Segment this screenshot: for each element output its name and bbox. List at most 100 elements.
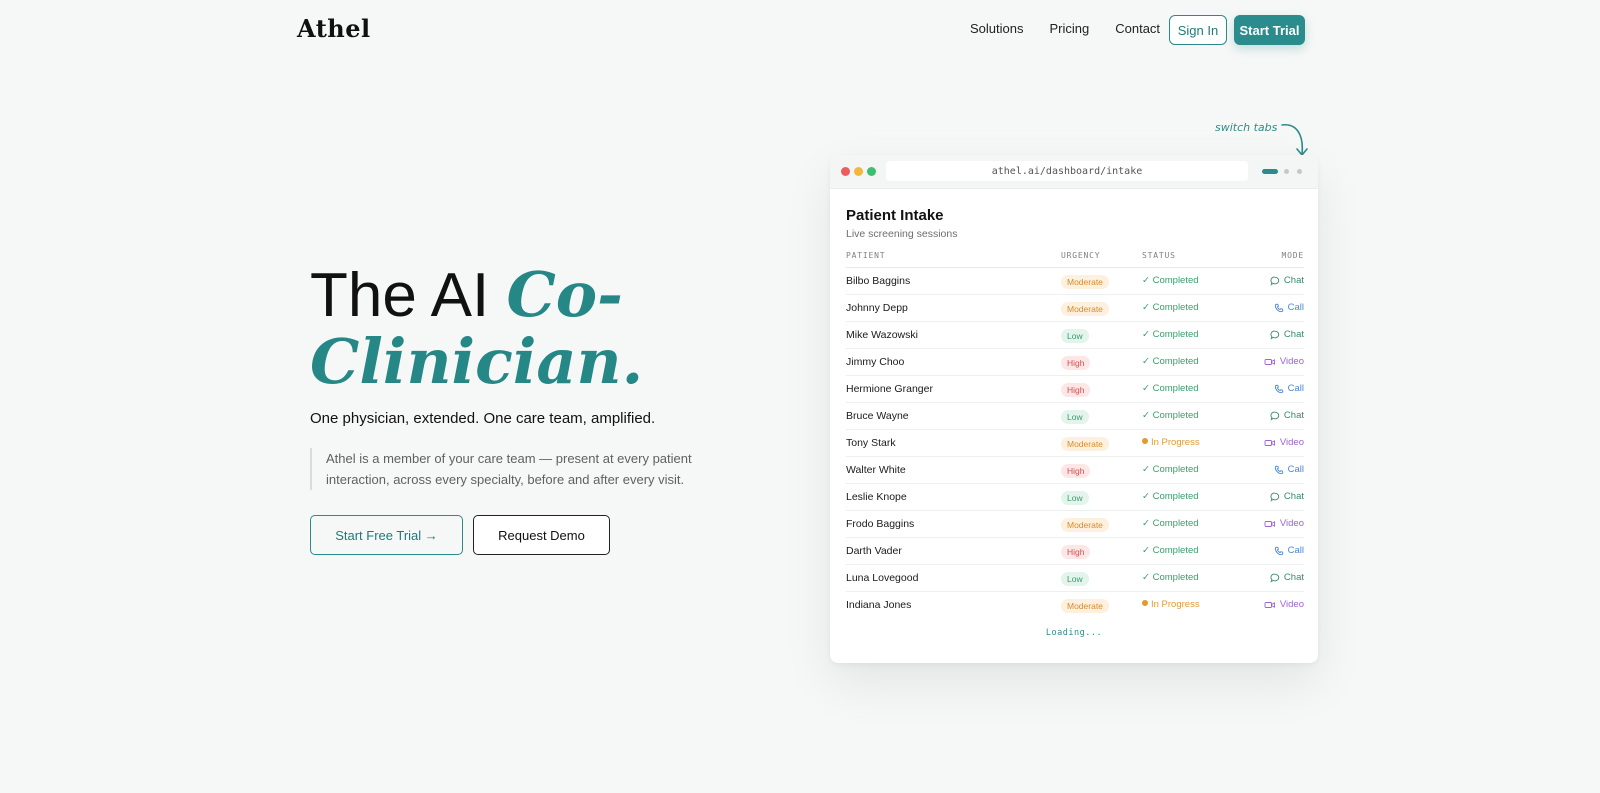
patient-name: Johnny Depp — [846, 302, 908, 314]
status-text: In Progress — [1151, 437, 1200, 448]
mode-cell: Call — [1274, 545, 1304, 556]
nav-link-pricing[interactable]: Pricing — [1049, 21, 1089, 36]
status-cell: In Progress — [1142, 599, 1200, 610]
table-row[interactable]: Leslie Knope Low ✓ Completed Chat — [846, 484, 1304, 511]
table-row[interactable]: Bilbo Baggins Moderate ✓ Completed Chat — [846, 268, 1304, 295]
dashboard-preview-window: athel.ai/dashboard/intake Patient Intake… — [830, 155, 1318, 663]
chat-bubble-icon — [1270, 573, 1280, 583]
patient-name: Luna Lovegood — [846, 572, 919, 584]
status-cell: ✓ Completed — [1142, 410, 1199, 421]
tab-indicator-2[interactable] — [1284, 169, 1289, 174]
phone-icon — [1274, 465, 1284, 475]
patient-name: Jimmy Choo — [846, 356, 905, 368]
panel-title: Patient Intake — [846, 207, 944, 224]
nav-link-contact[interactable]: Contact — [1115, 21, 1160, 36]
nav-link-solutions[interactable]: Solutions — [970, 21, 1023, 36]
patient-name: Frodo Baggins — [846, 518, 915, 530]
logo[interactable]: Athel — [297, 14, 371, 43]
urgency-badge: Low — [1061, 410, 1089, 424]
table-row[interactable]: Johnny Depp Moderate ✓ Completed Call — [846, 295, 1304, 322]
patient-name: Walter White — [846, 464, 906, 476]
urgency-badge: High — [1061, 464, 1091, 478]
header-mode: MODE — [1281, 251, 1304, 260]
table-row[interactable]: Walter White High ✓ Completed Call — [846, 457, 1304, 484]
mode-text: Call — [1287, 383, 1304, 394]
url-bar: athel.ai/dashboard/intake — [886, 161, 1248, 181]
status-text: ✓ Completed — [1142, 410, 1199, 421]
start-trial-button[interactable]: Start Trial — [1234, 15, 1305, 45]
maximize-dot-icon — [867, 167, 876, 176]
tab-indicator-3[interactable] — [1297, 169, 1302, 174]
urgency-cell: High — [1061, 383, 1091, 397]
mode-text: Chat — [1283, 410, 1304, 421]
video-camera-icon — [1264, 600, 1276, 610]
table-row[interactable]: Darth Vader High ✓ Completed Call — [846, 538, 1304, 565]
status-cell: ✓ Completed — [1142, 491, 1199, 502]
urgency-cell: Moderate — [1061, 437, 1109, 451]
urgency-badge: Moderate — [1061, 599, 1109, 613]
mode-cell: Chat — [1270, 491, 1304, 502]
top-nav: Athel Solutions Pricing Contact Sign In … — [0, 0, 1600, 60]
intake-table: PATIENT URGENCY STATUS MODE Bilbo Baggin… — [846, 251, 1304, 619]
table-row[interactable]: Indiana Jones Moderate In Progress Video — [846, 592, 1304, 619]
status-text: ✓ Completed — [1142, 491, 1199, 502]
urgency-cell: Low — [1061, 572, 1089, 586]
patient-name: Tony Stark — [846, 437, 896, 449]
mode-text: Video — [1279, 599, 1304, 610]
patient-name: Bruce Wayne — [846, 410, 909, 422]
patient-name: Hermione Granger — [846, 383, 933, 395]
status-text: ✓ Completed — [1142, 572, 1199, 583]
patient-name: Darth Vader — [846, 545, 902, 557]
urgency-badge: High — [1061, 356, 1091, 370]
phone-icon — [1274, 546, 1284, 556]
table-header: PATIENT URGENCY STATUS MODE — [846, 251, 1304, 268]
status-text: ✓ Completed — [1142, 518, 1199, 529]
mode-text: Video — [1279, 518, 1304, 529]
header-patient: PATIENT — [846, 251, 886, 260]
urgency-cell: Moderate — [1061, 302, 1109, 316]
start-free-trial-button[interactable]: Start Free Trial → — [310, 515, 463, 555]
hero-quote: Athel is a member of your care team — pr… — [310, 448, 730, 490]
chat-bubble-icon — [1270, 276, 1280, 286]
table-row[interactable]: Bruce Wayne Low ✓ Completed Chat — [846, 403, 1304, 430]
mode-text: Chat — [1283, 329, 1304, 340]
mode-cell: Video — [1264, 437, 1304, 448]
request-demo-button[interactable]: Request Demo — [473, 515, 610, 555]
status-cell: ✓ Completed — [1142, 572, 1199, 583]
tab-indicator-intake[interactable] — [1262, 169, 1278, 174]
window-titlebar: athel.ai/dashboard/intake — [830, 155, 1318, 189]
loading-text: Loading... — [1045, 628, 1103, 638]
table-row[interactable]: Frodo Baggins Moderate ✓ Completed Video — [846, 511, 1304, 538]
nav-links: Solutions Pricing Contact — [970, 21, 1160, 36]
mode-text: Call — [1287, 302, 1304, 313]
patient-name: Bilbo Baggins — [846, 275, 911, 287]
table-row[interactable]: Luna Lovegood Low ✓ Completed Chat — [846, 565, 1304, 592]
header-status: STATUS — [1142, 251, 1176, 260]
urgency-badge: Low — [1061, 491, 1089, 505]
video-camera-icon — [1264, 519, 1276, 529]
status-text: ✓ Completed — [1142, 302, 1199, 313]
status-text: In Progress — [1151, 599, 1200, 610]
urgency-cell: Low — [1061, 410, 1089, 424]
table-row[interactable]: Mike Wazowski Low ✓ Completed Chat — [846, 322, 1304, 349]
urgency-cell: High — [1061, 464, 1091, 478]
mode-cell: Chat — [1270, 275, 1304, 286]
mode-text: Chat — [1283, 572, 1304, 583]
status-text: ✓ Completed — [1142, 545, 1199, 556]
table-row[interactable]: Hermione Granger High ✓ Completed Call — [846, 376, 1304, 403]
hero-title-plain: The AI — [310, 261, 507, 330]
urgency-cell: Moderate — [1061, 275, 1109, 289]
status-cell: ✓ Completed — [1142, 545, 1199, 556]
sign-in-button[interactable]: Sign In — [1169, 15, 1227, 45]
table-row[interactable]: Tony Stark Moderate In Progress Video — [846, 430, 1304, 457]
hero-subtitle: One physician, extended. One care team, … — [310, 410, 656, 427]
urgency-cell: Moderate — [1061, 599, 1109, 613]
header-urgency: URGENCY — [1061, 251, 1101, 260]
urgency-cell: High — [1061, 545, 1091, 559]
mode-cell: Chat — [1270, 329, 1304, 340]
hero-title: The AI Co- Clinician. — [310, 262, 730, 396]
panel-subtitle: Live screening sessions — [846, 228, 958, 240]
mode-cell: Call — [1274, 302, 1304, 313]
mode-text: Chat — [1283, 275, 1304, 286]
table-row[interactable]: Jimmy Choo High ✓ Completed Video — [846, 349, 1304, 376]
